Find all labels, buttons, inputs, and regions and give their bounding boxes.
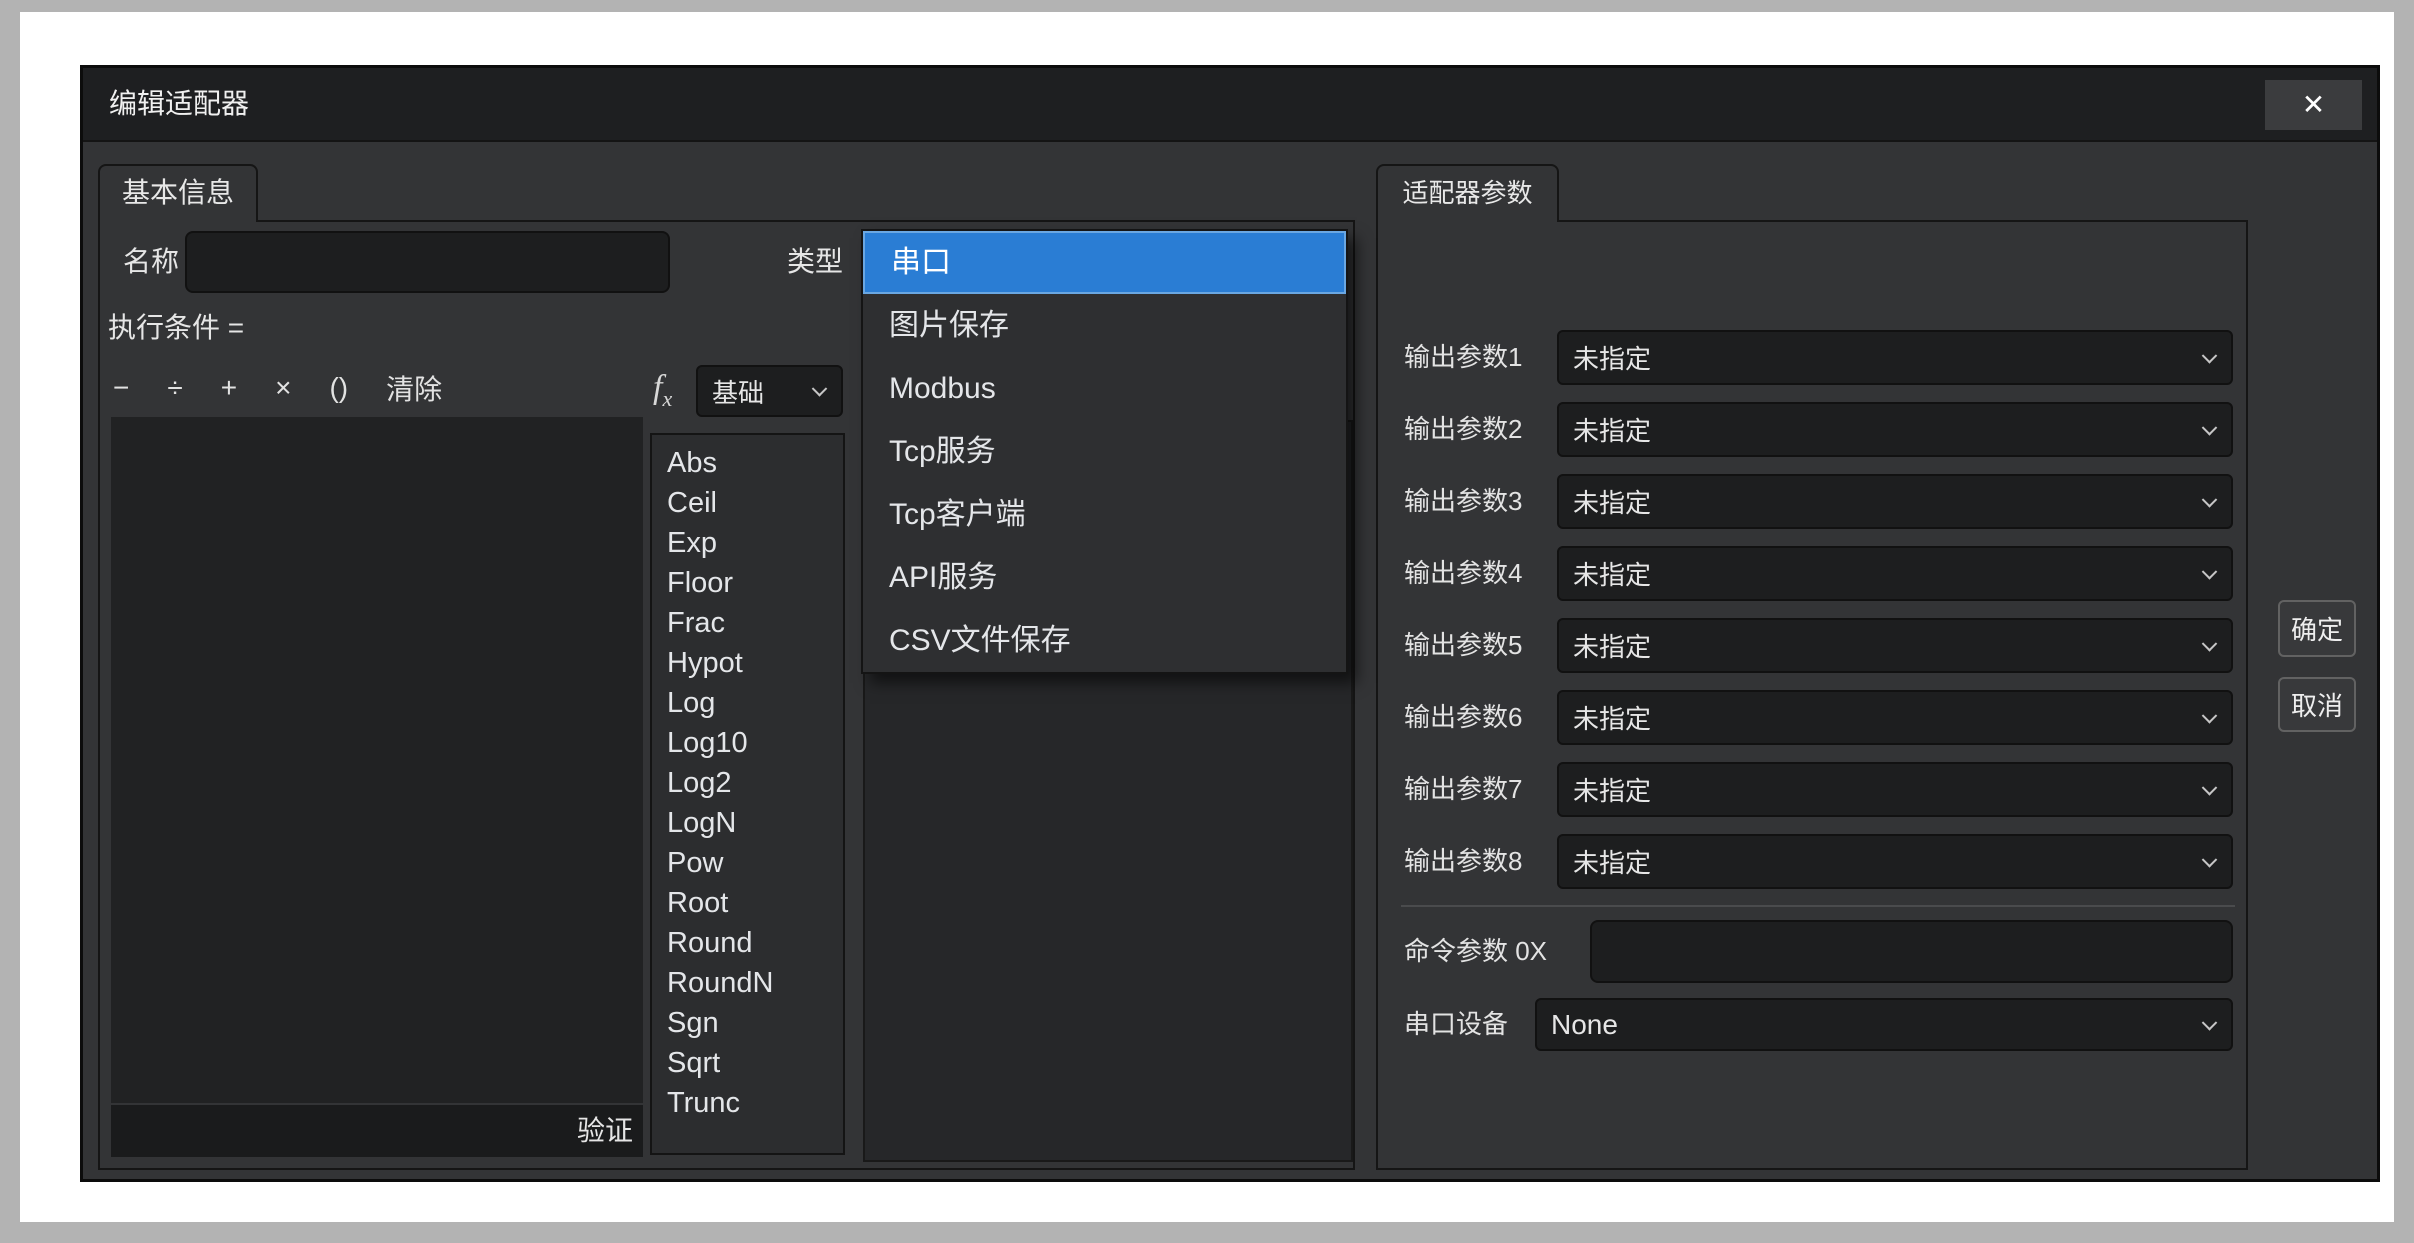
function-item[interactable]: Log: [652, 683, 843, 723]
chevron-down-icon: [2202, 420, 2218, 436]
output-param-select[interactable]: 未指定: [1557, 330, 2233, 385]
function-item[interactable]: Trunc: [652, 1083, 843, 1123]
chevron-down-icon: [2202, 564, 2218, 580]
chevron-down-icon: [2202, 1015, 2218, 1031]
type-option[interactable]: Modbus: [863, 357, 1346, 420]
command-param-input[interactable]: [1590, 920, 2233, 983]
output-param-label: 输出参数1: [1404, 330, 1554, 385]
window-frame: 编辑适配器 ✕ 基本信息 名称 类型 串口 图片保存 Modbus Tcp服务: [20, 12, 2394, 1222]
close-button[interactable]: ✕: [2265, 80, 2362, 130]
function-item[interactable]: Log2: [652, 763, 843, 803]
function-item[interactable]: Ceil: [652, 483, 843, 523]
validate-button[interactable]: 验证: [111, 1105, 643, 1157]
chevron-down-icon: [2202, 348, 2218, 364]
chevron-down-icon: [2202, 708, 2218, 724]
serial-device-value: None: [1551, 1000, 1618, 1049]
output-param-select[interactable]: 未指定: [1557, 618, 2233, 673]
type-option[interactable]: 图片保存: [863, 294, 1346, 357]
output-param-label: 输出参数2: [1404, 402, 1554, 457]
output-param-value: 未指定: [1573, 548, 1651, 599]
serial-device-label: 串口设备: [1404, 998, 1508, 1051]
function-item[interactable]: Exp: [652, 523, 843, 563]
function-category-select[interactable]: 基础: [696, 365, 843, 417]
output-param-label: 输出参数5: [1404, 618, 1554, 673]
operator-button[interactable]: (): [329, 372, 348, 404]
operator-button[interactable]: −: [113, 372, 129, 404]
expression-editor[interactable]: [111, 417, 643, 1103]
function-item[interactable]: Sgn: [652, 1003, 843, 1043]
output-param-value: 未指定: [1573, 836, 1651, 887]
type-label: 类型: [787, 231, 843, 293]
operator-button[interactable]: 清除: [386, 368, 442, 408]
output-param-select[interactable]: 未指定: [1557, 546, 2233, 601]
fx-icon: fx: [653, 361, 672, 415]
operator-button[interactable]: +: [221, 372, 237, 404]
function-item[interactable]: Floor: [652, 563, 843, 603]
name-label: 名称: [123, 231, 179, 293]
condition-label: 执行条件 =: [108, 308, 244, 348]
output-param-value: 未指定: [1573, 332, 1651, 383]
type-option[interactable]: Tcp客户端: [863, 483, 1346, 546]
chevron-down-icon: [812, 381, 828, 397]
operator-button[interactable]: ×: [275, 372, 291, 404]
dialog-title: 编辑适配器: [109, 68, 249, 140]
output-param-value: 未指定: [1573, 404, 1651, 455]
function-list: Abs Ceil Exp Floor Frac Hypot Log Log10 …: [650, 433, 845, 1155]
operator-button[interactable]: ÷: [167, 372, 182, 404]
chevron-down-icon: [2202, 492, 2218, 508]
output-param-select[interactable]: 未指定: [1557, 762, 2233, 817]
output-param-label: 输出参数7: [1404, 762, 1554, 817]
type-option[interactable]: API服务: [863, 546, 1346, 609]
output-param-value: 未指定: [1573, 692, 1651, 743]
type-option[interactable]: 串口: [863, 231, 1346, 294]
output-param-value: 未指定: [1573, 476, 1651, 527]
function-item[interactable]: Hypot: [652, 643, 843, 683]
output-param-value: 未指定: [1573, 620, 1651, 671]
function-item[interactable]: Log10: [652, 723, 843, 763]
function-item[interactable]: Sqrt: [652, 1043, 843, 1083]
function-item[interactable]: Pow: [652, 843, 843, 883]
dialog-titlebar: 编辑适配器 ✕: [83, 68, 2377, 142]
output-param-label: 输出参数4: [1404, 546, 1554, 601]
function-item[interactable]: Root: [652, 883, 843, 923]
output-param-value: 未指定: [1573, 764, 1651, 815]
output-param-label: 输出参数3: [1404, 474, 1554, 529]
tab-adapter-params[interactable]: 适配器参数: [1376, 164, 1559, 222]
operator-toolbar: − ÷ + × () 清除: [113, 361, 480, 415]
function-item[interactable]: Round: [652, 923, 843, 963]
chevron-down-icon: [2202, 636, 2218, 652]
type-option[interactable]: Tcp服务: [863, 420, 1346, 483]
desktop-background: 编辑适配器 ✕ 基本信息 名称 类型 串口 图片保存 Modbus Tcp服务: [0, 0, 2414, 1243]
command-param-label: 命令参数 0X: [1404, 920, 1547, 983]
type-option[interactable]: CSV文件保存: [863, 609, 1346, 672]
chevron-down-icon: [2202, 780, 2218, 796]
close-icon: ✕: [2302, 89, 2325, 120]
chevron-down-icon: [2202, 852, 2218, 868]
function-item[interactable]: RoundN: [652, 963, 843, 1003]
type-dropdown-list: 串口 图片保存 Modbus Tcp服务 Tcp客户端 API服务 CSV文件保…: [861, 229, 1348, 674]
output-param-select[interactable]: 未指定: [1557, 474, 2233, 529]
serial-device-select[interactable]: None: [1535, 998, 2233, 1051]
cancel-button[interactable]: 取消: [2278, 677, 2356, 732]
output-param-select[interactable]: 未指定: [1557, 690, 2233, 745]
function-item[interactable]: Abs: [652, 443, 843, 483]
ok-button[interactable]: 确定: [2278, 600, 2356, 657]
tab-basic-info[interactable]: 基本信息: [98, 164, 258, 222]
output-param-label: 输出参数8: [1404, 834, 1554, 889]
function-item[interactable]: LogN: [652, 803, 843, 843]
edit-adapter-dialog: 编辑适配器 ✕ 基本信息 名称 类型 串口 图片保存 Modbus Tcp服务: [80, 65, 2380, 1182]
section-divider: [1401, 905, 2235, 907]
name-input[interactable]: [185, 231, 670, 293]
function-item[interactable]: Frac: [652, 603, 843, 643]
function-category-value: 基础: [712, 367, 764, 415]
output-param-label: 输出参数6: [1404, 690, 1554, 745]
output-param-select[interactable]: 未指定: [1557, 834, 2233, 889]
output-param-select[interactable]: 未指定: [1557, 402, 2233, 457]
